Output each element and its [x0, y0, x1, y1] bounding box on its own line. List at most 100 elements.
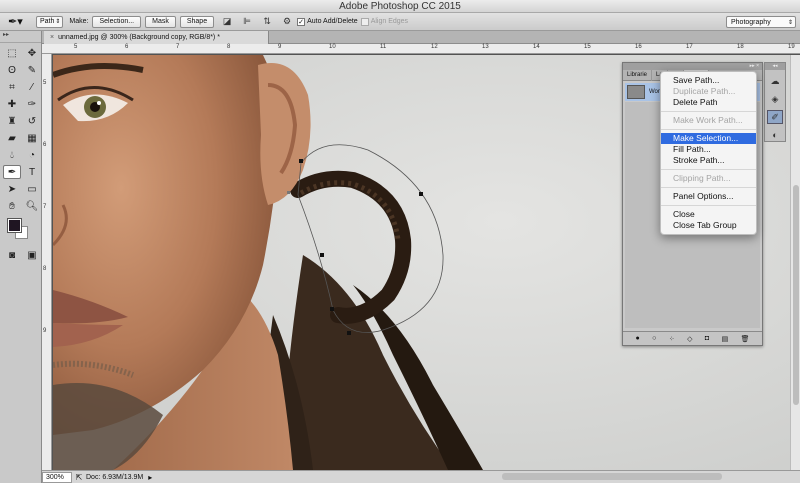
menu-item-stroke-path[interactable]: Stroke Path... [661, 155, 756, 166]
color-swatches [0, 217, 41, 245]
menu-separator [661, 187, 756, 188]
doc-info: Doc: 6.93M/13.9M [86, 473, 144, 481]
quick-select-icon[interactable]: ✎ [23, 63, 41, 77]
foreground-color-swatch[interactable] [7, 218, 22, 233]
make-work-path-icon[interactable]: ◇ [687, 335, 692, 343]
brush-icon[interactable]: ✑ [23, 97, 41, 111]
vertical-scrollbar[interactable] [790, 55, 800, 470]
horizontal-ruler[interactable]: 5 6 7 8 9 10 11 12 13 14 15 16 17 18 19 [42, 44, 800, 54]
menu-item-make-selection[interactable]: Make Selection... [661, 133, 756, 144]
crop-icon[interactable]: ⌗ [3, 80, 21, 94]
menu-item-close[interactable]: Close [661, 209, 756, 220]
menu-separator [661, 129, 756, 130]
menu-item-save-path[interactable]: Save Path... [661, 75, 756, 86]
mode-select[interactable]: Path [36, 15, 64, 28]
path-arrangement-icon[interactable]: ⇅ [260, 16, 274, 27]
path-operations-icon[interactable]: ◪ [220, 16, 234, 27]
menu-separator [661, 205, 756, 206]
healing-icon[interactable]: ✚ [3, 97, 21, 111]
status-menu-arrow-icon[interactable]: ▸ [143, 473, 157, 482]
fill-path-icon[interactable]: ● [635, 335, 639, 342]
rectangle-icon[interactable]: ▭ [23, 182, 41, 196]
window-title: Adobe Photoshop CC 2015 [0, 0, 800, 13]
stamp-icon[interactable]: ♜ [3, 114, 21, 128]
path-alignment-icon[interactable]: ⊫ [240, 16, 254, 27]
panel-dock: ◂◂ ☁ ◈ ✐ ◐ [764, 62, 786, 142]
path-anchor-point[interactable] [347, 331, 351, 335]
lasso-icon[interactable]: ʘ [3, 63, 21, 77]
new-path-icon[interactable]: ▤ [722, 335, 729, 343]
trash-icon[interactable]: 🗑︎ [741, 335, 750, 343]
eyedropper-icon[interactable]: ⁄ [23, 80, 41, 94]
stroke-path-icon[interactable]: ○ [652, 335, 656, 342]
adjustments-icon[interactable]: ◐ [767, 128, 783, 142]
gear-icon[interactable]: ⚙ [280, 16, 294, 27]
marquee-icon[interactable]: ⬚ [3, 46, 21, 60]
make-mask-button[interactable]: Mask [145, 15, 176, 28]
auto-add-delete-checkbox[interactable]: ✓ [297, 17, 306, 26]
menu-item-close-tab-group[interactable]: Close Tab Group [661, 220, 756, 231]
pen-tool-preset-icon[interactable]: ✒▾ [8, 14, 32, 30]
export-icon[interactable]: ⇱ [72, 473, 86, 482]
close-tab-icon[interactable]: × [50, 34, 54, 41]
ruler-tick-label: 17 [686, 44, 693, 50]
blur-icon[interactable]: 💧︎ [3, 148, 21, 162]
vertical-scroll-thumb[interactable] [793, 185, 799, 405]
move-icon[interactable]: ✥ [23, 46, 41, 60]
menu-item-make-work-path: Make Work Path... [673, 115, 743, 125]
make-selection-button[interactable]: Selection... [92, 15, 142, 28]
zoom-field[interactable]: 300% [42, 471, 72, 483]
path-select-icon[interactable]: ➤ [3, 182, 21, 196]
ruler-tick-label: 15 [584, 44, 591, 50]
eraser-icon[interactable]: ▰ [3, 131, 21, 145]
zoom-icon[interactable]: 🔍︎ [23, 199, 41, 213]
history-brush-icon[interactable]: ↺ [23, 114, 41, 128]
status-bar: 300% ⇱ Doc: 6.93M/13.9M ▸ [42, 470, 800, 483]
dock-collapse-icon[interactable]: ◂◂ [765, 63, 785, 70]
align-edges-checkbox[interactable] [360, 17, 369, 26]
load-selection-icon[interactable]: ⁘ [669, 335, 675, 343]
auto-add-delete-label: Auto Add/Delete [307, 18, 358, 25]
path-anchor-point[interactable] [419, 192, 423, 196]
path-anchor-point[interactable] [299, 159, 303, 163]
menu-item-panel-options[interactable]: Panel Options... [661, 191, 756, 202]
ruler-tick-label: 7 [43, 204, 47, 210]
menu-item-delete-path[interactable]: Delete Path [661, 97, 756, 108]
ruler-tick-label: 13 [482, 44, 489, 50]
workspace-select[interactable]: Photography [726, 16, 796, 28]
ruler-tick-label: 19 [788, 44, 795, 50]
menu-item-duplicate-path: Duplicate Path... [673, 86, 736, 96]
tools-grid: ⬚ ✥ ʘ ✎ ⌗ ⁄ ✚ ✑ ♜ ↺ ▰ ▦ 💧︎ ◔ ✒ T ➤ ▭ ✋︎ … [0, 43, 41, 213]
dodge-icon[interactable]: ◔ [23, 148, 41, 162]
panel-tab-librarie[interactable]: Librarie [623, 69, 653, 81]
ruler-tick-label: 12 [431, 44, 438, 50]
make-shape-button[interactable]: Shape [179, 15, 215, 28]
ruler-tick-label: 11 [380, 44, 387, 50]
ruler-tick-label: 9 [43, 328, 47, 334]
libraries-icon[interactable]: ☁ [767, 74, 783, 88]
document-tab[interactable]: × unnamed.jpg @ 300% (Background copy, RG… [44, 31, 269, 44]
path-anchor-point[interactable] [320, 253, 324, 257]
gradient-icon[interactable]: ▦ [23, 131, 41, 145]
layers-icon[interactable]: ◈ [767, 92, 783, 106]
path-anchor-point[interactable] [330, 307, 334, 311]
ruler-tick-label: 8 [43, 266, 47, 272]
screen-mode-icon[interactable]: ▣ [23, 248, 41, 262]
vertical-ruler[interactable]: 5 6 7 8 9 [42, 54, 52, 470]
pen-icon[interactable]: ✒ [3, 165, 21, 179]
document-tab-title: unnamed.jpg @ 300% (Background copy, RGB… [58, 34, 220, 41]
tools-grid-bottom: ◙ ▣ [0, 245, 41, 262]
type-icon[interactable]: T [23, 165, 41, 179]
tools-panel-grip[interactable]: ▸▸ [0, 31, 41, 43]
ruler-tick-label: 18 [737, 44, 744, 50]
add-mask-icon[interactable]: ◘ [705, 335, 709, 342]
quick-mask-icon[interactable]: ◙ [3, 248, 21, 262]
paths-icon[interactable]: ✐ [767, 110, 783, 124]
hand-icon[interactable]: ✋︎ [3, 199, 21, 213]
path-handle-point[interactable] [287, 191, 290, 194]
horizontal-scrollbar[interactable] [502, 473, 722, 480]
tools-panel: ▸▸ ⬚ ✥ ʘ ✎ ⌗ ⁄ ✚ ✑ ♜ ↺ ▰ ▦ 💧︎ ◔ ✒ T ➤ ▭ … [0, 31, 42, 483]
menu-item-fill-path[interactable]: Fill Path... [661, 144, 756, 155]
document-tab-bar: × unnamed.jpg @ 300% (Background copy, RG… [42, 31, 800, 44]
paths-context-menu: Save Path... Duplicate Path... Delete Path… [660, 71, 757, 235]
